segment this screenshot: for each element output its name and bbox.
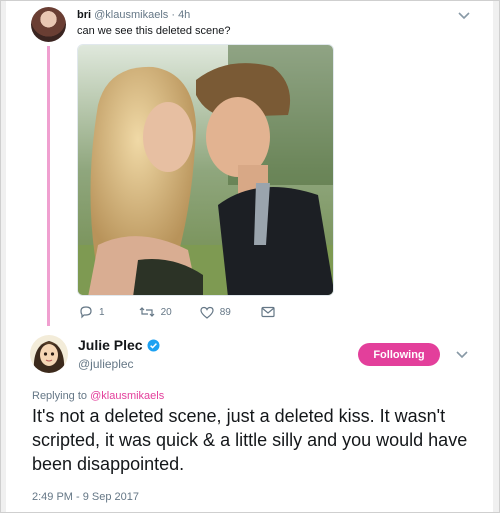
retweet-count: 20 [160,306,172,318]
like-count: 89 [219,306,231,318]
thread-line [47,46,50,326]
direct-message-icon[interactable] [261,306,275,318]
main-tweet-text: It's not a deleted scene, just a deleted… [32,406,468,474]
meta-separator: · [171,9,175,21]
replying-to-mention[interactable]: @klausmikaels [90,390,164,402]
verified-badge-icon [147,339,160,355]
reply-to-tweet-text: can we see this deleted scene? [77,25,231,37]
reply-to-age[interactable]: 4h [178,9,190,21]
replying-prefix: Replying to [32,390,88,402]
avatar-julie-plec[interactable] [30,335,68,373]
like-action[interactable]: 89 [200,306,231,319]
author-display-name[interactable]: Julie Plec [78,337,143,353]
tweet-timestamp[interactable]: 2:49 PM - 9 Sep 2017 [32,491,139,503]
avatar-bri[interactable] [31,7,66,42]
following-button[interactable]: Following [358,343,440,366]
like-icon[interactable] [200,306,214,319]
reply-icon[interactable] [79,305,93,319]
chevron-down-icon[interactable] [455,350,469,360]
direct-message-action[interactable] [261,306,275,318]
author-handle[interactable]: @julieplec [78,357,134,371]
retweet-action[interactable]: 20 [139,306,172,318]
reply-to-display-name[interactable]: bri [77,9,91,21]
reply-to-handle[interactable]: @klausmikaels [94,9,168,21]
retweet-icon[interactable] [139,306,155,318]
chevron-down-icon[interactable] [457,11,471,21]
replying-to-line: Replying to @klausmikaels [32,390,164,402]
tweet-actions: 1 20 89 [79,304,275,320]
reply-action[interactable]: 1 [79,305,105,319]
reply-count: 1 [99,306,105,318]
tweet-photo[interactable] [77,44,334,296]
reply-to-tweet-header: bri @klausmikaels · 4h [77,9,190,21]
author-name-row: Julie Plec [78,337,160,355]
